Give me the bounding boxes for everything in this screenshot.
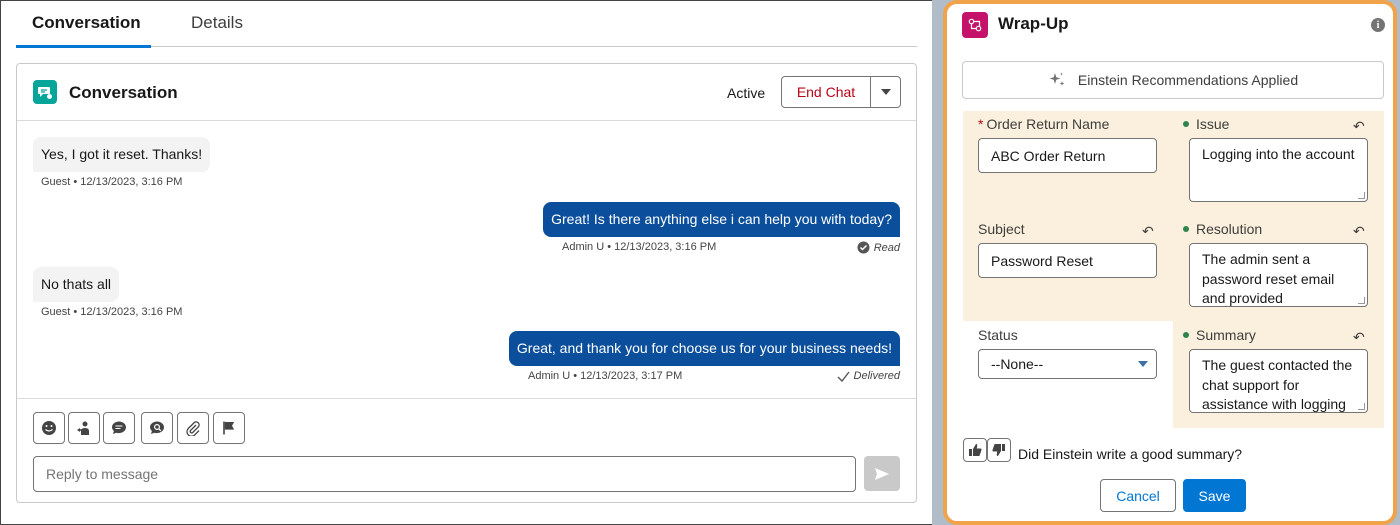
end-chat-menu-button[interactable] xyxy=(870,76,901,108)
save-button[interactable]: Save xyxy=(1183,479,1246,512)
undo-icon[interactable]: ↶ xyxy=(1353,223,1365,240)
emoji-icon xyxy=(42,421,56,435)
chat-status: Active xyxy=(727,85,766,101)
cancel-button[interactable]: Cancel xyxy=(1100,479,1176,512)
tab-bar: Conversation Details xyxy=(16,1,917,48)
flag-button[interactable] xyxy=(213,412,245,444)
conversation-header: Conversation Active End Chat xyxy=(17,64,916,121)
resolution-field[interactable]: The admin sent a password reset email an… xyxy=(1189,243,1368,307)
info-icon[interactable]: i xyxy=(1371,18,1385,32)
emoji-button[interactable] xyxy=(33,412,65,444)
wrapup-title: Wrap-Up xyxy=(998,14,1069,33)
wrapup-panel: Wrap-Up i Einstein Recommendations Appli… xyxy=(943,0,1397,525)
message-meta: Admin U • 12/13/2023, 3:16 PM xyxy=(562,241,717,253)
order-return-name-field[interactable]: ABC Order Return xyxy=(978,138,1157,173)
issue-field[interactable]: Logging into the account xyxy=(1189,138,1368,202)
resize-handle[interactable] xyxy=(1358,297,1365,304)
tab-conversation[interactable]: Conversation xyxy=(32,13,141,33)
status-label: Status xyxy=(978,327,1018,343)
feedback-question: Did Einstein write a good summary? xyxy=(1018,446,1243,462)
subject-label: Subject xyxy=(978,221,1025,237)
thumbs-up-icon xyxy=(969,444,982,456)
end-chat-button[interactable]: End Chat xyxy=(781,76,871,108)
subject-field[interactable]: Password Reset xyxy=(978,243,1157,278)
active-tab-indicator xyxy=(16,45,151,48)
send-icon xyxy=(875,467,889,480)
thumbs-down-icon xyxy=(992,444,1005,456)
message-bubble-agent: Great! Is there anything else i can help… xyxy=(543,202,900,237)
message-meta: Guest • 12/13/2023, 3:16 PM xyxy=(41,306,183,318)
message-meta: Admin U • 12/13/2023, 3:17 PM xyxy=(528,370,683,382)
conversation-panel: Conversation Details Conversation Active… xyxy=(0,0,932,525)
required-indicator: * xyxy=(978,116,984,132)
message-list[interactable]: Yes, I got it reset. Thanks! Guest • 12/… xyxy=(17,122,916,398)
message-composer xyxy=(17,398,916,502)
ai-generated-indicator xyxy=(1183,226,1189,232)
quick-text-icon xyxy=(112,421,126,434)
thumbs-up-button[interactable] xyxy=(963,438,987,462)
transfer-button[interactable] xyxy=(68,412,100,444)
resolution-label: Resolution xyxy=(1183,221,1262,237)
quick-text-button[interactable] xyxy=(103,412,135,444)
delivered-receipt: Delivered xyxy=(837,370,900,382)
receipt-label: Read xyxy=(873,241,900,254)
attach-button[interactable] xyxy=(177,412,209,444)
undo-icon[interactable]: ↶ xyxy=(1353,118,1365,135)
receipt-label: Delivered xyxy=(853,370,900,382)
summary-field[interactable]: The guest contacted the chat support for… xyxy=(1189,349,1368,413)
status-select[interactable]: --None-- xyxy=(978,349,1157,379)
send-button[interactable] xyxy=(864,456,900,491)
check-icon xyxy=(837,371,850,382)
conversation-title: Conversation xyxy=(69,83,178,102)
knowledge-icon xyxy=(150,421,164,434)
read-receipt: Read xyxy=(857,241,900,254)
conversation-card: Conversation Active End Chat Yes, I got … xyxy=(16,63,917,503)
summary-label: Summary xyxy=(1183,327,1256,343)
transfer-icon xyxy=(77,421,89,435)
message-bubble-agent: Great, and thank you for choose us for y… xyxy=(508,331,900,366)
ai-generated-indicator xyxy=(1183,121,1189,127)
message-bubble-guest: Yes, I got it reset. Thanks! xyxy=(33,137,211,172)
wrapup-icon xyxy=(962,12,988,38)
flag-icon xyxy=(223,421,235,435)
undo-icon[interactable]: ↶ xyxy=(1142,223,1154,240)
chevron-down-icon xyxy=(880,89,891,95)
einstein-recommendations-banner: Einstein Recommendations Applied xyxy=(962,61,1384,99)
check-circle-icon xyxy=(857,241,870,254)
attach-icon xyxy=(186,421,200,436)
undo-icon[interactable]: ↶ xyxy=(1353,329,1365,346)
einstein-banner-label: Einstein Recommendations Applied xyxy=(1077,72,1299,88)
sparkle-icon xyxy=(1049,72,1065,86)
knowledge-button[interactable] xyxy=(141,412,173,444)
message-bubble-guest: No thats all xyxy=(33,267,120,302)
reply-input[interactable] xyxy=(33,456,856,492)
resize-handle[interactable] xyxy=(1358,192,1365,199)
message-meta: Guest • 12/13/2023, 3:16 PM xyxy=(41,176,183,188)
tab-details[interactable]: Details xyxy=(191,13,243,33)
conversation-icon xyxy=(33,80,57,104)
resize-handle[interactable] xyxy=(1358,403,1365,410)
thumbs-down-button[interactable] xyxy=(987,438,1011,462)
order-return-name-label: * Order Return Name xyxy=(978,116,1110,132)
chevron-down-icon xyxy=(1138,361,1148,367)
issue-label: Issue xyxy=(1183,116,1229,132)
ai-generated-indicator xyxy=(1183,332,1189,338)
